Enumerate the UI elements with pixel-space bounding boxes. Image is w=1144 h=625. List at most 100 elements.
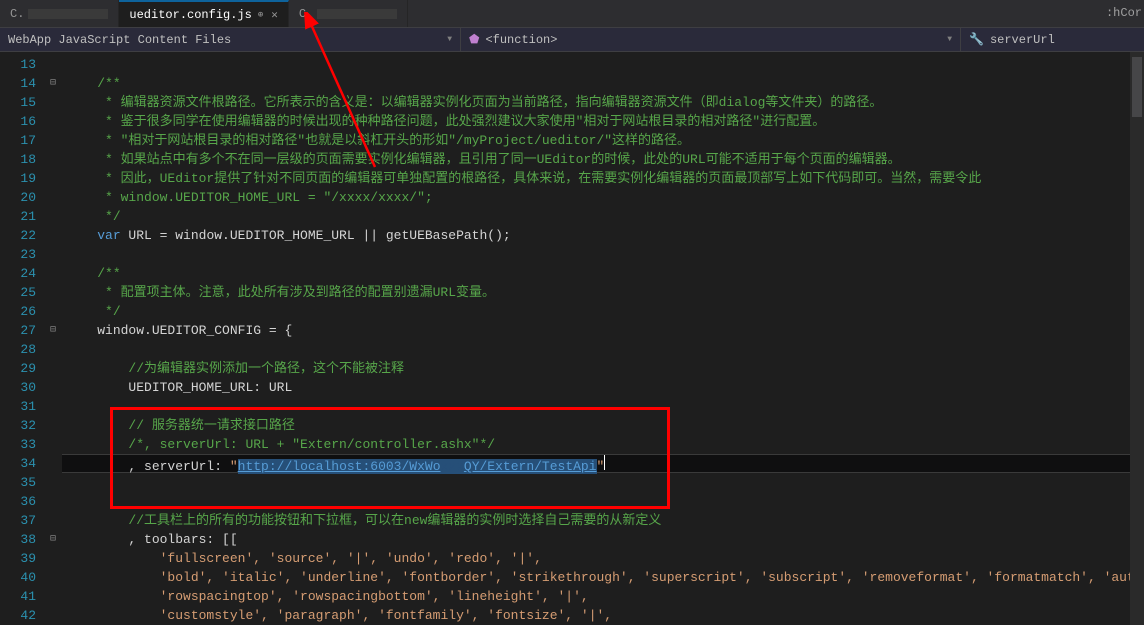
- function-label: <function>: [485, 33, 557, 47]
- fold-marker: [44, 435, 62, 454]
- code-line: /**: [62, 74, 1144, 93]
- code-line: UEDITOR_HOME_URL: URL: [62, 378, 1144, 397]
- code-line: */: [62, 207, 1144, 226]
- breadcrumb-member[interactable]: 🔧 serverUrl: [960, 28, 1144, 51]
- line-number: 28: [0, 340, 44, 359]
- close-icon[interactable]: ✕: [271, 8, 278, 22]
- code-line: /**: [62, 264, 1144, 283]
- line-number: 36: [0, 492, 44, 511]
- line-number: 30: [0, 378, 44, 397]
- fold-marker[interactable]: ⊟: [44, 530, 62, 549]
- fold-marker: [44, 55, 62, 74]
- code-line: /*, serverUrl: URL + "Extern/controller.…: [62, 435, 1144, 454]
- line-number: 20: [0, 188, 44, 207]
- line-number: 14: [0, 74, 44, 93]
- tab-label: C.: [10, 7, 24, 21]
- vertical-scrollbar[interactable]: [1130, 52, 1144, 625]
- code-line: [62, 245, 1144, 264]
- line-number: 37: [0, 511, 44, 530]
- code-line: * 如果站点中有多个不在同一层级的页面需要实例化编辑器，且引用了同一UEdito…: [62, 150, 1144, 169]
- code-line: var URL = window.UEDITOR_HOME_URL || get…: [62, 226, 1144, 245]
- fold-marker: [44, 283, 62, 302]
- breadcrumb-scope[interactable]: WebApp JavaScript Content Files ▼: [0, 28, 460, 51]
- code-editor[interactable]: 1314151617181920212223242526272829303132…: [0, 52, 1144, 625]
- fold-marker: [44, 511, 62, 530]
- fold-gutter: ⊟ ⊟ ⊟: [44, 52, 62, 625]
- file-tab[interactable]: C.: [0, 0, 119, 27]
- fold-marker: [44, 549, 62, 568]
- code-line: 'fullscreen', 'source', '|', 'undo', 're…: [62, 549, 1144, 568]
- code-line: , toolbars: [[: [62, 530, 1144, 549]
- fold-marker[interactable]: ⊟: [44, 74, 62, 93]
- line-number: 34: [0, 454, 44, 473]
- fold-marker: [44, 245, 62, 264]
- code-line: //工具栏上的所有的功能按钮和下拉框，可以在new编辑器的实例时选择自己需要的从…: [62, 511, 1144, 530]
- line-number: 15: [0, 93, 44, 112]
- tab-right-label: :hCor: [1106, 6, 1142, 20]
- line-number: 40: [0, 568, 44, 587]
- line-number: 18: [0, 150, 44, 169]
- code-line: //为编辑器实例添加一个路径，这个不能被注释: [62, 359, 1144, 378]
- breadcrumb-function[interactable]: ⬟ <function> ▼: [460, 28, 960, 51]
- line-number: 24: [0, 264, 44, 283]
- fold-marker: [44, 264, 62, 283]
- line-number: 13: [0, 55, 44, 74]
- wrench-icon: 🔧: [969, 32, 984, 47]
- line-number: 31: [0, 397, 44, 416]
- line-number-gutter: 1314151617181920212223242526272829303132…: [0, 52, 44, 625]
- line-number: 23: [0, 245, 44, 264]
- code-line: 'customstyle', 'paragraph', 'fontfamily'…: [62, 606, 1144, 625]
- line-number: 41: [0, 587, 44, 606]
- line-number: 42: [0, 606, 44, 625]
- fold-marker: [44, 416, 62, 435]
- function-icon: ⬟: [469, 32, 479, 47]
- fold-marker: [44, 207, 62, 226]
- file-tab[interactable]: C.: [289, 0, 408, 27]
- line-number: 21: [0, 207, 44, 226]
- fold-marker: [44, 568, 62, 587]
- fold-marker: [44, 302, 62, 321]
- fold-marker: [44, 93, 62, 112]
- fold-marker: [44, 378, 62, 397]
- code-line: * 鉴于很多同学在使用编辑器的时候出现的种种路径问题，此处强烈建议大家使用"相对…: [62, 112, 1144, 131]
- line-number: 27: [0, 321, 44, 340]
- fold-marker[interactable]: ⊟: [44, 321, 62, 340]
- code-line: * 因此，UEditor提供了针对不同页面的编辑器可单独配置的根路径，具体来说，…: [62, 169, 1144, 188]
- line-number: 29: [0, 359, 44, 378]
- code-line: * 配置项主体。注意，此处所有涉及到路径的配置别遗漏URL变量。: [62, 283, 1144, 302]
- fold-marker: [44, 587, 62, 606]
- obscured-text: [28, 9, 108, 19]
- fold-marker: [44, 150, 62, 169]
- line-number: 17: [0, 131, 44, 150]
- pin-icon[interactable]: ⊕: [258, 10, 263, 20]
- fold-marker: [44, 473, 62, 492]
- fold-marker: [44, 340, 62, 359]
- file-tab-active[interactable]: ueditor.config.js ⊕ ✕: [119, 0, 288, 27]
- fold-marker: [44, 397, 62, 416]
- member-label: serverUrl: [990, 33, 1055, 47]
- line-number: 35: [0, 473, 44, 492]
- scope-label: WebApp JavaScript Content Files: [8, 33, 231, 47]
- fold-marker: [44, 112, 62, 131]
- scroll-thumb[interactable]: [1132, 57, 1142, 117]
- code-line: 'bold', 'italic', 'underline', 'fontbord…: [62, 568, 1144, 587]
- tab-label: ueditor.config.js: [129, 8, 251, 22]
- code-line: window.UEDITOR_CONFIG = {: [62, 321, 1144, 340]
- code-line: * "相对于网站根目录的相对路径"也就是以斜杠开头的形如"/myProject/…: [62, 131, 1144, 150]
- code-line: // 服务器统一请求接口路径: [62, 416, 1144, 435]
- code-line: , serverUrl: "http://localhost:6003/WxWo…: [62, 454, 1144, 473]
- code-line: [62, 55, 1144, 74]
- code-line: * window.UEDITOR_HOME_URL = "/xxxx/xxxx/…: [62, 188, 1144, 207]
- chevron-down-icon: ▼: [447, 35, 452, 44]
- line-number: 38: [0, 530, 44, 549]
- line-number: 39: [0, 549, 44, 568]
- line-number: 32: [0, 416, 44, 435]
- code-content[interactable]: /** * 编辑器资源文件根路径。它所表示的含义是：以编辑器实例化页面为当前路径…: [62, 52, 1144, 625]
- code-line: [62, 492, 1144, 511]
- code-line: [62, 473, 1144, 492]
- line-number: 16: [0, 112, 44, 131]
- fold-marker: [44, 359, 62, 378]
- fold-marker: [44, 492, 62, 511]
- breadcrumb-bar: WebApp JavaScript Content Files ▼ ⬟ <fun…: [0, 28, 1144, 52]
- code-line: [62, 340, 1144, 359]
